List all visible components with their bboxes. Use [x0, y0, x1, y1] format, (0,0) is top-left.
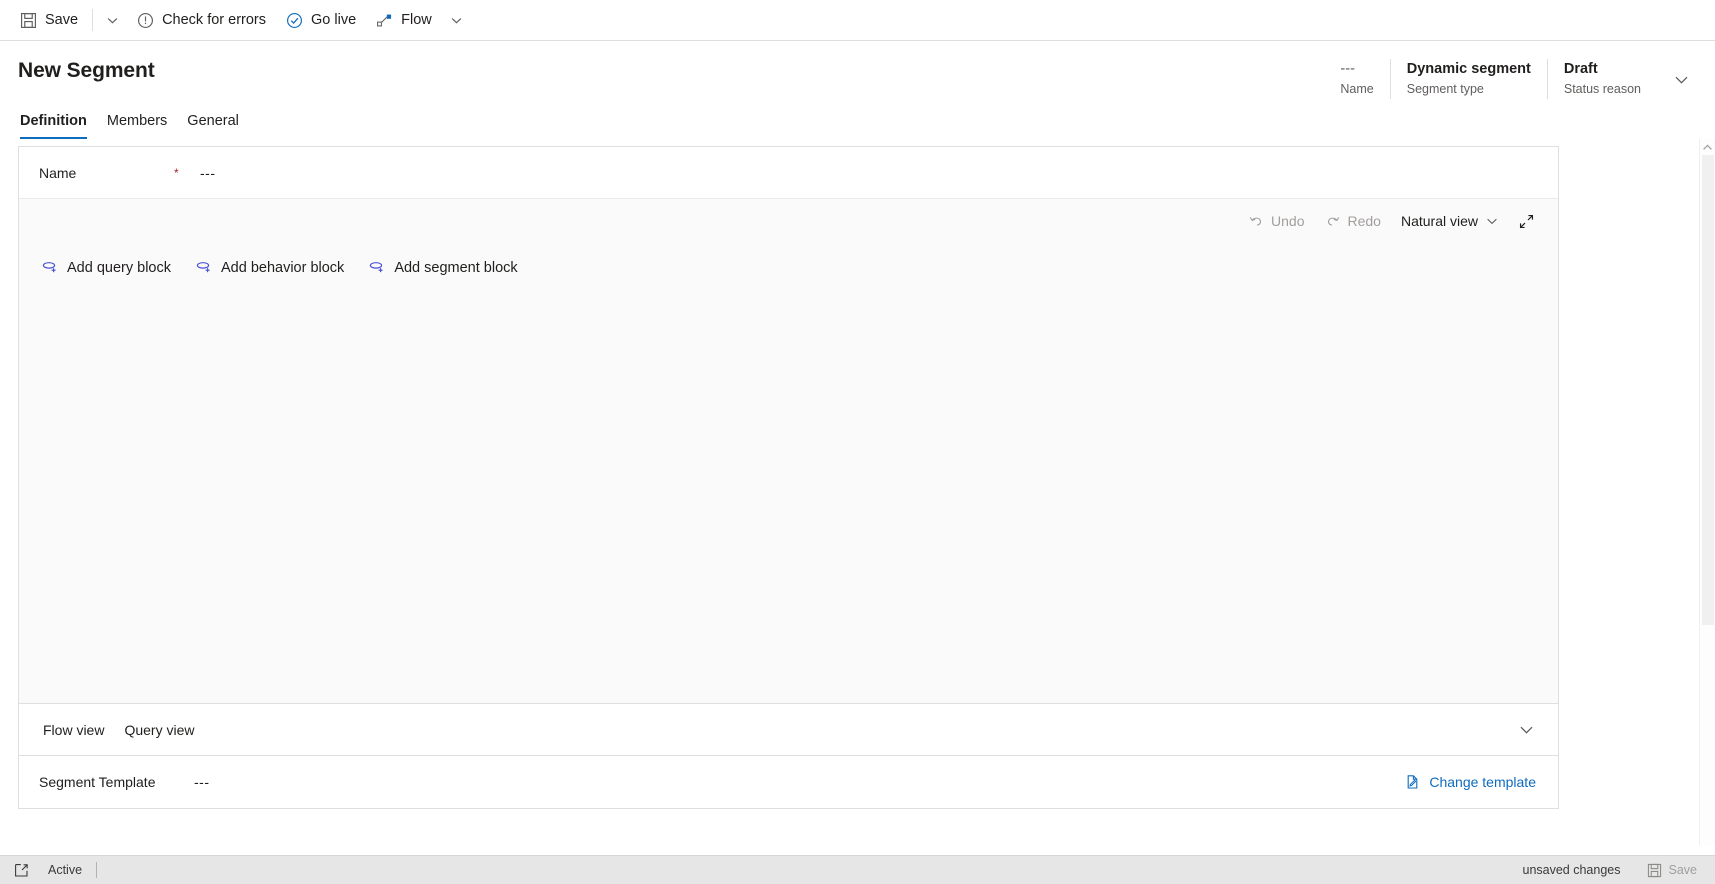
segment-template-label: Segment Template — [39, 774, 156, 790]
command-separator — [92, 9, 94, 31]
change-template-label: Change template — [1429, 774, 1536, 790]
save-button[interactable]: Save — [10, 0, 88, 40]
page-scrollbar[interactable] — [1699, 139, 1715, 845]
name-field-row: Name * --- — [19, 147, 1558, 199]
tab-strip: Definition Members General — [0, 99, 1715, 139]
add-segment-block-button[interactable]: Add segment block — [368, 259, 518, 276]
add-behavior-block-button[interactable]: Add behavior block — [195, 259, 344, 276]
block-action-bar: Add query block Add behavior block Add s… — [19, 243, 1558, 276]
view-mode-label: Natural view — [1400, 213, 1478, 229]
save-icon — [1647, 863, 1662, 878]
expand-canvas-button[interactable] — [1510, 205, 1542, 237]
undo-label: Undo — [1271, 213, 1305, 229]
status-bar-right: unsaved changes Save — [1523, 860, 1706, 881]
chevron-down-icon — [106, 14, 119, 27]
header-meta-status-reason: Draft Status reason — [1546, 59, 1657, 99]
status-divider — [96, 862, 98, 878]
segment-template-row: Segment Template --- Change template — [18, 756, 1559, 809]
designer-toolbar: Undo Redo Natural view — [19, 199, 1558, 243]
segment-designer-canvas: Undo Redo Natural view Add query block A… — [19, 199, 1558, 703]
check-circle-icon — [286, 12, 303, 29]
unsaved-changes-text: unsaved changes — [1522, 863, 1621, 877]
add-query-block-label: Add query block — [67, 259, 171, 276]
header-expand-button[interactable] — [1665, 59, 1697, 99]
tab-query-view-label: Query view — [124, 721, 195, 738]
scrollbar-thumb[interactable] — [1702, 155, 1714, 625]
page-title: New Segment — [18, 59, 155, 82]
tab-general-label: General — [187, 113, 239, 129]
go-live-label: Go live — [311, 12, 357, 28]
undo-button[interactable]: Undo — [1239, 207, 1313, 235]
tab-query-view[interactable]: Query view — [114, 716, 204, 744]
command-bar: Save Check for errors Go live Flow — [0, 0, 1715, 41]
record-state-text: Active — [48, 863, 83, 877]
redo-label: Redo — [1347, 213, 1381, 229]
page-header: New Segment --- Name Dynamic segment Seg… — [0, 41, 1715, 99]
save-button-label: Save — [45, 12, 79, 28]
redo-icon — [1325, 213, 1341, 229]
tab-members-label: Members — [106, 113, 168, 129]
change-template-button[interactable]: Change template — [1397, 768, 1544, 796]
add-query-block-button[interactable]: Add query block — [41, 259, 171, 276]
add-behavior-block-label: Add behavior block — [220, 259, 345, 276]
popout-window-button[interactable] — [8, 858, 34, 882]
undo-icon — [1248, 213, 1264, 229]
status-save-button[interactable]: Save — [1639, 860, 1706, 881]
header-meta-status-reason-value: Draft — [1563, 61, 1598, 77]
header-metadata: --- Name Dynamic segment Segment type Dr… — [1324, 57, 1697, 99]
header-meta-status-reason-label: Status reason — [1563, 82, 1641, 96]
header-meta-segment-type-value: Dynamic segment — [1406, 61, 1531, 77]
status-save-label: Save — [1668, 863, 1698, 877]
add-segment-block-label: Add segment block — [394, 259, 518, 276]
scroll-up-button[interactable] — [1700, 139, 1715, 155]
segment-template-value: --- — [194, 774, 210, 790]
header-meta-name: --- Name — [1324, 59, 1389, 99]
flow-options-chevron[interactable] — [442, 0, 472, 40]
add-behavior-block-icon — [195, 259, 212, 276]
change-template-icon — [1405, 774, 1421, 790]
view-mode-bar: Flow view Query view — [18, 704, 1559, 756]
tab-flow-view[interactable]: Flow view — [33, 716, 114, 744]
tab-flow-view-label: Flow view — [43, 721, 105, 738]
flow-label: Flow — [401, 12, 432, 28]
chevron-down-icon — [1485, 214, 1499, 228]
status-bar-left: Active — [8, 858, 98, 882]
tab-definition-label: Definition — [20, 113, 87, 129]
chevron-down-icon — [450, 14, 463, 27]
tab-general[interactable]: General — [177, 109, 249, 139]
flow-button[interactable]: Flow — [366, 0, 442, 40]
tab-definition[interactable]: Definition — [18, 109, 97, 139]
go-live-button[interactable]: Go live — [276, 0, 366, 40]
content-area: Name * --- Undo Redo Natural view Add qu… — [0, 139, 1715, 845]
flow-icon — [376, 12, 393, 29]
required-indicator: * — [174, 165, 179, 180]
check-for-errors-button[interactable]: Check for errors — [127, 0, 276, 40]
add-segment-block-icon — [368, 259, 385, 276]
chevron-down-icon — [1518, 721, 1535, 738]
header-meta-name-value: --- — [1340, 61, 1355, 77]
save-options-chevron[interactable] — [97, 0, 127, 40]
redo-button[interactable]: Redo — [1316, 207, 1390, 235]
header-meta-name-label: Name — [1340, 82, 1374, 96]
expand-diagonal-icon — [1518, 213, 1535, 230]
add-query-block-icon — [41, 259, 58, 276]
error-circle-icon — [137, 12, 154, 29]
popout-icon — [14, 863, 29, 878]
view-panel-collapse-button[interactable] — [1510, 714, 1542, 746]
name-field-value[interactable]: --- — [200, 165, 216, 181]
check-for-errors-label: Check for errors — [162, 12, 267, 28]
status-bar: Active unsaved changes Save — [0, 855, 1715, 884]
definition-card: Name * --- Undo Redo Natural view Add qu… — [18, 146, 1559, 704]
tab-members[interactable]: Members — [97, 109, 177, 139]
name-field-label: Name — [39, 164, 77, 181]
view-mode-selector[interactable]: Natural view — [1392, 207, 1508, 235]
chevron-down-icon — [1673, 71, 1690, 88]
save-icon — [20, 12, 37, 29]
header-meta-segment-type: Dynamic segment Segment type — [1389, 59, 1547, 99]
header-meta-segment-type-label: Segment type — [1406, 82, 1484, 96]
